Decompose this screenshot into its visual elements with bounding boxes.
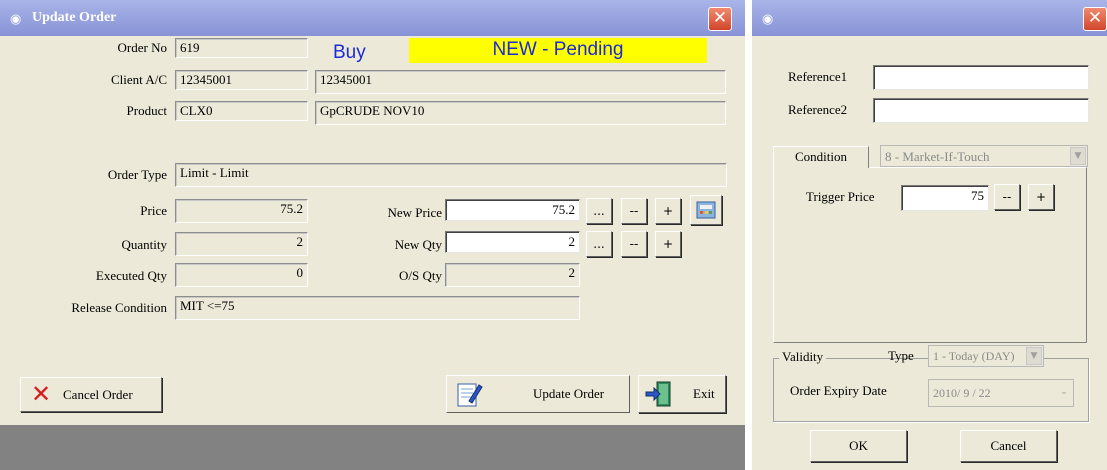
tab-condition-label: Condition xyxy=(794,149,847,164)
type-label: Type xyxy=(888,348,914,363)
new-qty-ellipsis-button[interactable]: ... xyxy=(586,231,612,257)
new-price-increment-button[interactable]: + xyxy=(655,198,681,224)
new-price-ellipsis-button[interactable]: ... xyxy=(586,198,612,224)
trigger-price-increment-button[interactable]: + xyxy=(1028,184,1054,210)
order-type-field: Limit - Limit xyxy=(175,163,727,187)
close-icon: ✕ xyxy=(712,8,728,28)
order-no-field: 619 xyxy=(175,38,308,58)
order-no-label: Order No xyxy=(117,40,167,55)
reference2-input[interactable] xyxy=(873,98,1089,123)
app-icon: ◉ xyxy=(10,11,22,26)
release-condition-field: MIT <=75 xyxy=(175,296,580,320)
product-code-field: CLX0 xyxy=(175,101,308,121)
validity-type-select[interactable]: 1 - Today (DAY) ▼ xyxy=(928,345,1044,367)
close-button[interactable]: ✕ xyxy=(708,7,732,31)
client-ac-name-field: 12345001 xyxy=(315,70,726,94)
calculator-button[interactable] xyxy=(690,195,722,225)
dropdown-arrow-icon: ▼ xyxy=(1070,147,1086,165)
price-field: 75.2 xyxy=(175,199,308,223)
app-icon: ◉ xyxy=(762,11,774,26)
reference1-label: Reference1 xyxy=(788,69,848,84)
quantity-label: Quantity xyxy=(121,237,168,252)
update-order-label: Update Order xyxy=(533,386,605,401)
cancel-order-button[interactable]: ✕ Cancel Order xyxy=(20,377,162,412)
update-order-titlebar[interactable]: ◉ Update Order xyxy=(0,0,745,36)
reference2-label: Reference2 xyxy=(788,102,848,117)
condition-select[interactable]: 8 - Market-If-Touch ▼ xyxy=(880,145,1088,167)
update-order-button[interactable]: Update Order xyxy=(446,375,630,413)
exit-label: Exit xyxy=(693,386,715,401)
product-label: Product xyxy=(126,103,167,118)
trigger-price-label: Trigger Price xyxy=(806,189,875,204)
new-qty-input[interactable]: 2 xyxy=(445,231,580,253)
condition-window: ◉ ✕ Reference1 Reference2 Condition 8 - … xyxy=(752,0,1107,470)
trigger-price-input[interactable]: 75 xyxy=(901,185,989,211)
executed-qty-label: Executed Qty xyxy=(95,268,167,283)
close-button[interactable]: ✕ xyxy=(1083,7,1107,31)
new-qty-label: New Qty xyxy=(394,237,442,252)
order-expiry-date-label: Order Expiry Date xyxy=(790,383,887,398)
cancel-x-icon: ✕ xyxy=(31,380,52,408)
new-price-label: New Price xyxy=(387,205,442,220)
client-ac-code-field: 12345001 xyxy=(175,70,308,90)
condition-titlebar[interactable]: ◉ xyxy=(752,0,1107,36)
client-ac-label: Client A/C xyxy=(111,72,167,87)
product-name-field: GpCRUDE NOV10 xyxy=(315,101,726,125)
reference1-input[interactable] xyxy=(873,65,1089,90)
update-order-window: ◉ Update Order ✕ Order No 619 Buy NEW - … xyxy=(0,0,745,470)
tab-condition[interactable]: Condition xyxy=(773,146,869,168)
close-icon: ✕ xyxy=(1087,8,1103,28)
quantity-field: 2 xyxy=(175,232,308,256)
side-label: Buy xyxy=(333,42,366,63)
order-type-label: Order Type xyxy=(107,167,167,182)
calculator-icon xyxy=(696,201,716,219)
validity-label: Validity xyxy=(779,349,827,365)
new-qty-increment-button[interactable]: + xyxy=(655,231,681,257)
trigger-price-decrement-button[interactable]: -- xyxy=(994,184,1020,210)
window-title: Update Order xyxy=(32,10,117,25)
release-condition-label: Release Condition xyxy=(71,300,167,315)
status-badge: NEW - Pending xyxy=(409,38,707,63)
new-price-decrement-button[interactable]: -- xyxy=(621,198,647,224)
notepad-edit-icon xyxy=(457,383,483,407)
os-qty-label: O/S Qty xyxy=(399,268,442,283)
exit-door-icon xyxy=(645,381,671,407)
price-label: Price xyxy=(140,203,167,218)
new-qty-decrement-button[interactable]: -- xyxy=(621,231,647,257)
dropdown-arrow-icon: ▼ xyxy=(1026,347,1042,365)
new-price-input[interactable]: 75.2 xyxy=(445,199,580,221)
status-area xyxy=(0,425,745,470)
expiry-date-picker[interactable]: 2010/ 9 / 22 ⌄ xyxy=(928,379,1074,407)
dropdown-arrow-icon: ⌄ xyxy=(1056,381,1072,405)
exit-button[interactable]: Exit xyxy=(638,375,726,413)
ok-button[interactable]: OK xyxy=(810,430,907,462)
os-qty-field: 2 xyxy=(445,263,580,287)
cancel-order-label: Cancel Order xyxy=(63,387,133,402)
executed-qty-field: 0 xyxy=(175,263,308,287)
cancel-button[interactable]: Cancel xyxy=(960,430,1057,462)
